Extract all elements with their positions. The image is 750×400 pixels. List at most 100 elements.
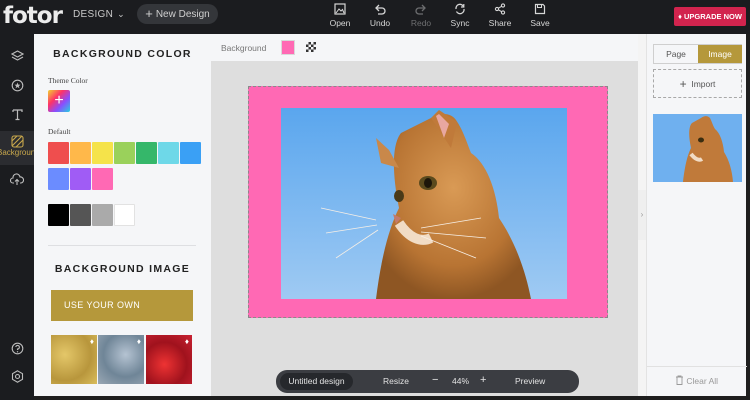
design-title[interactable]: Untitled design: [280, 373, 353, 390]
plus-icon: +: [54, 92, 64, 109]
redo-button[interactable]: Redo: [401, 3, 441, 31]
rail-background-label: Background: [0, 148, 40, 157]
resize-button[interactable]: Resize: [383, 376, 409, 386]
design-page[interactable]: [248, 86, 608, 318]
preview-button[interactable]: Preview: [515, 376, 545, 386]
color-swatch[interactable]: [180, 142, 201, 164]
save-button[interactable]: Save: [520, 3, 560, 31]
background-thumb-silver[interactable]: ♦: [98, 335, 144, 384]
right-tabs: Page Image: [653, 44, 742, 64]
upgrade-label: UPGRADE NOW: [684, 12, 742, 21]
cat-thumbnail-art: [653, 114, 742, 182]
color-swatch[interactable]: [92, 168, 113, 190]
layers-icon: [10, 49, 24, 61]
canvas-area: Background Untitled design Resize − 44% …: [211, 34, 638, 396]
share-label: Share: [488, 18, 512, 28]
top-bar: fotor DESIGN ⌄ + New Design Open Undo Redo…: [0, 0, 750, 34]
background-panel: BACKGROUND COLOR Theme Color + Default B…: [34, 34, 211, 396]
color-swatch[interactable]: [70, 168, 91, 190]
color-swatch[interactable]: [92, 142, 113, 164]
chevron-right-icon: ›: [640, 210, 644, 219]
undo-icon: [375, 4, 386, 15]
right-panel-divider: [647, 366, 747, 367]
chevron-down-icon: ⌄: [117, 9, 125, 19]
rail-layers[interactable]: [0, 44, 34, 68]
share-button[interactable]: Share: [480, 3, 520, 31]
zoom-level: 44%: [452, 376, 470, 386]
import-label: Import: [691, 79, 716, 89]
add-theme-color-button[interactable]: +: [48, 90, 70, 112]
text-icon: [11, 108, 23, 120]
open-label: Open: [329, 18, 351, 28]
sync-icon: [455, 3, 465, 15]
imported-image-thumbnail[interactable]: [653, 114, 742, 182]
premium-diamond-icon: ♦: [136, 337, 141, 346]
share-icon: [494, 3, 506, 15]
color-swatch[interactable]: [114, 142, 135, 164]
rail-settings[interactable]: [0, 364, 34, 388]
background-icon: [10, 135, 24, 148]
sticker-icon: [11, 79, 23, 91]
new-design-button[interactable]: + New Design: [137, 4, 218, 24]
panel-divider: [48, 245, 196, 246]
left-rail: Background: [0, 34, 40, 400]
rail-text[interactable]: [0, 102, 34, 126]
color-swatch[interactable]: [158, 142, 179, 164]
background-image-title: BACKGROUND IMAGE: [54, 263, 191, 275]
cloud-upload-icon: [10, 172, 24, 185]
diamond-icon: ♦: [678, 12, 682, 21]
tab-image[interactable]: Image: [698, 45, 742, 63]
background-toolbar: Background: [211, 34, 638, 61]
color-swatch[interactable]: [70, 204, 91, 226]
fotor-logo[interactable]: fotor: [3, 3, 63, 29]
trash-icon: [676, 375, 683, 385]
background-color-title: BACKGROUND COLOR: [53, 48, 192, 60]
color-swatch[interactable]: [114, 204, 135, 226]
design-menu[interactable]: DESIGN ⌄: [73, 9, 125, 20]
import-button[interactable]: + Import: [653, 69, 742, 98]
rail-sticker[interactable]: [0, 73, 34, 97]
bottom-toolbar: Untitled design Resize − 44% + Preview: [276, 370, 579, 393]
fotor-editor: fotor DESIGN ⌄ + New Design Open Undo Redo…: [0, 0, 750, 400]
sync-button[interactable]: Sync: [440, 3, 480, 31]
theme-color-label: Theme Color: [48, 76, 88, 85]
open-button[interactable]: Open: [320, 3, 360, 31]
save-label: Save: [530, 18, 550, 28]
undo-button[interactable]: Undo: [360, 3, 400, 31]
color-swatch[interactable]: [70, 142, 91, 164]
redo-icon: [415, 4, 426, 15]
tab-page[interactable]: Page: [654, 45, 698, 63]
help-icon: [11, 342, 23, 354]
use-your-own-button[interactable]: USE YOUR OWN: [51, 290, 193, 321]
plus-icon: +: [145, 6, 153, 21]
new-design-label: New Design: [155, 9, 210, 20]
clear-all-button[interactable]: Clear All: [675, 375, 718, 386]
rail-upload[interactable]: [0, 167, 34, 191]
collapse-panel-handle[interactable]: ›: [638, 190, 646, 240]
background-color-chip[interactable]: [281, 40, 295, 55]
color-swatch[interactable]: [48, 142, 69, 164]
color-swatch[interactable]: [92, 204, 113, 226]
background-thumb-red[interactable]: ♦: [146, 335, 192, 384]
rail-help[interactable]: [0, 336, 34, 360]
save-icon: [534, 3, 546, 15]
sync-label: Sync: [450, 18, 470, 28]
transparent-background-icon[interactable]: [306, 42, 316, 52]
cat-photo[interactable]: [281, 108, 567, 299]
design-menu-label: DESIGN: [73, 9, 114, 20]
color-swatch[interactable]: [48, 204, 69, 226]
plus-icon: +: [679, 77, 687, 91]
open-image-icon: [334, 3, 346, 15]
zoom-out-button[interactable]: −: [432, 374, 438, 386]
color-swatch[interactable]: [136, 142, 157, 164]
color-swatch[interactable]: [48, 168, 69, 190]
background-toolbar-label: Background: [221, 43, 267, 53]
zoom-in-button[interactable]: +: [480, 374, 486, 386]
premium-diamond-icon: ♦: [184, 337, 189, 346]
background-thumb-gold[interactable]: ♦: [51, 335, 97, 384]
redo-label: Redo: [410, 18, 432, 28]
clear-all-label: Clear All: [686, 376, 719, 386]
premium-diamond-icon: ♦: [89, 337, 94, 346]
upgrade-now-button[interactable]: ♦ UPGRADE NOW: [674, 7, 746, 26]
right-panel: Page Image + Import Clear All: [646, 34, 747, 396]
